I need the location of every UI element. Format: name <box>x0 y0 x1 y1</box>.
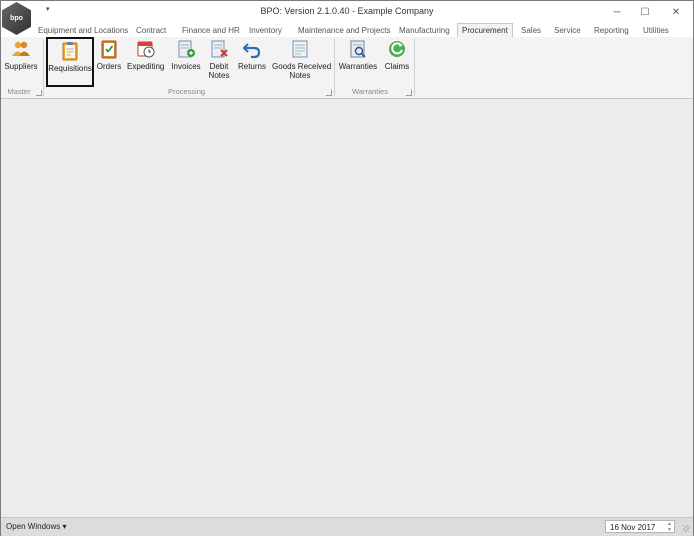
invoices-label: Invoices <box>171 62 201 71</box>
window-title: BPO: Version 2.1.0.40 - Example Company <box>260 6 434 16</box>
suppliers-icon <box>11 39 31 59</box>
orders-label: Orders <box>96 62 122 71</box>
requisitions-icon <box>60 41 80 61</box>
open-windows-label: Open Windows <box>6 522 61 531</box>
returns-icon <box>242 39 262 59</box>
tab-finance-and-hr[interactable]: Finance and HR <box>182 24 240 37</box>
minimize-button[interactable]: ─ <box>602 4 632 20</box>
group-separator <box>414 39 415 96</box>
warranties-icon <box>348 39 368 59</box>
goods-received-notes-label-line1: Goods Received <box>272 62 332 71</box>
date-spinner[interactable]: ▲ ▼ <box>667 521 672 533</box>
open-windows-menu[interactable]: Open Windows ▾ <box>6 522 67 531</box>
expediting-icon <box>136 39 156 59</box>
tab-manufacturing[interactable]: Manufacturing <box>399 24 450 37</box>
spin-down-icon[interactable]: ▼ <box>667 527 672 533</box>
group-label-processing: Processing <box>167 87 206 96</box>
tab-equipment-and-locations[interactable]: Equipment and Locations <box>38 24 128 37</box>
date-field[interactable]: 16 Nov 2017 ▲ ▼ <box>605 520 675 533</box>
warranties-label: Warranties <box>338 62 378 71</box>
requisitions-label: Requisitions <box>48 64 92 73</box>
tab-utilities[interactable]: Utilities <box>643 24 669 37</box>
warranties-group-launcher-icon[interactable] <box>406 90 412 96</box>
ribbon-panel: Suppliers Requisitions Orders Expediting… <box>1 37 693 99</box>
debit-notes-icon <box>209 39 229 59</box>
goods-received-notes-label-line2: Notes <box>289 71 311 80</box>
debit-notes-label-line2: Notes <box>208 71 230 80</box>
debit-notes-label-line1: Debit <box>209 62 229 71</box>
tab-service[interactable]: Service <box>554 24 581 37</box>
orders-button[interactable]: Orders <box>96 39 122 86</box>
invoices-button[interactable]: Invoices <box>170 39 202 86</box>
tab-reporting[interactable]: Reporting <box>594 24 629 37</box>
master-group-launcher-icon[interactable] <box>36 90 42 96</box>
returns-label: Returns <box>237 62 266 71</box>
close-button[interactable]: ✕ <box>661 4 691 20</box>
maximize-button[interactable]: ☐ <box>630 4 660 20</box>
expediting-button[interactable]: Expediting <box>127 39 164 86</box>
ribbon-tabs: Equipment and Locations Contract Finance… <box>1 22 693 38</box>
chevron-down-icon: ▾ <box>62 522 67 531</box>
claims-icon <box>387 39 407 59</box>
orders-icon <box>99 39 119 59</box>
status-bar: Open Windows ▾ 16 Nov 2017 ▲ ▼ <box>1 517 693 536</box>
suppliers-label: Suppliers <box>4 62 38 71</box>
claims-button[interactable]: Claims <box>384 39 410 86</box>
resize-grip-icon[interactable] <box>683 525 690 532</box>
tab-procurement[interactable]: Procurement <box>457 23 513 38</box>
application-window: ▾ BPO: Version 2.1.0.40 - Example Compan… <box>0 0 694 536</box>
invoices-icon <box>176 39 196 59</box>
requisitions-button[interactable]: Requisitions <box>46 37 94 87</box>
group-label-master: Master <box>7 87 31 96</box>
group-label-warranties: Warranties <box>352 87 388 96</box>
workspace-area <box>1 99 693 517</box>
title-bar: ▾ BPO: Version 2.1.0.40 - Example Compan… <box>1 1 693 22</box>
tab-contract[interactable]: Contract <box>136 24 166 37</box>
goods-received-notes-icon <box>290 39 310 59</box>
date-value: 16 Nov 2017 <box>610 523 656 532</box>
expediting-label: Expediting <box>127 62 165 71</box>
tab-sales[interactable]: Sales <box>521 24 541 37</box>
processing-group-launcher-icon[interactable] <box>326 90 332 96</box>
suppliers-button[interactable]: Suppliers <box>4 39 38 86</box>
returns-button[interactable]: Returns <box>237 39 267 86</box>
tab-maintenance-and-projects[interactable]: Maintenance and Projects <box>298 24 391 37</box>
claims-label: Claims <box>384 62 410 71</box>
warranties-button[interactable]: Warranties <box>338 39 378 86</box>
goods-received-notes-button[interactable]: Goods Received Notes <box>272 39 332 86</box>
debit-notes-button[interactable]: Debit Notes <box>206 39 232 86</box>
tab-inventory[interactable]: Inventory <box>249 24 282 37</box>
